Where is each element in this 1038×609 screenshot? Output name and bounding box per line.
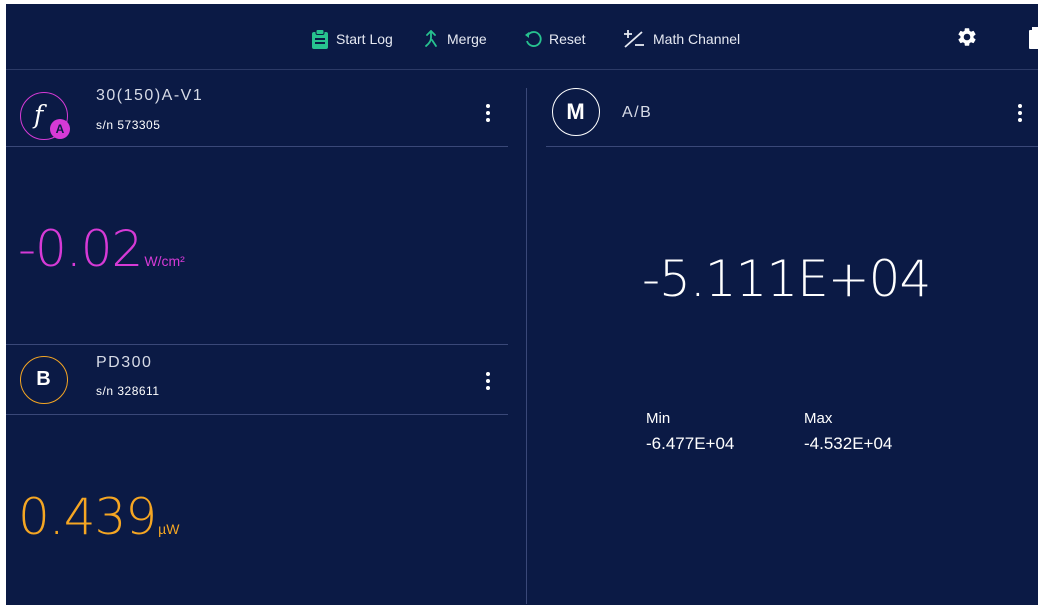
channel-b-name: PD300 (96, 354, 153, 371)
merge-icon (421, 29, 441, 49)
channel-a-unit: W/cm² (144, 253, 185, 269)
min-label: Min (646, 410, 671, 427)
function-icon: f (34, 100, 44, 129)
max-value: -4.532E+04 (804, 434, 893, 453)
channel-b-badge[interactable]: B (20, 356, 68, 404)
math-channel-letter: M (566, 99, 585, 124)
max-label: Max (804, 410, 833, 427)
merge-button[interactable]: Merge (421, 28, 487, 50)
math-channel-button[interactable]: Math Channel (621, 28, 740, 50)
gear-icon[interactable] (956, 26, 980, 50)
channel-b-menu-icon[interactable] (483, 372, 493, 392)
channel-b-unit: µW (158, 521, 180, 537)
channel-a-badge[interactable]: f A (20, 92, 70, 140)
channel-a-value: -0.02 (18, 220, 143, 278)
min-value: -6.477E+04 (646, 434, 735, 453)
math-channel-value: -5.111E+04 (642, 250, 931, 308)
toolbar: Start Log Merge Reset Math Channel (6, 4, 1038, 69)
channel-b-top-divider (6, 344, 508, 345)
math-channel-label: Math Channel (653, 31, 741, 47)
math-channel-badge[interactable]: M (552, 88, 600, 136)
toolbar-divider (6, 69, 1038, 70)
battery-icon (1028, 26, 1038, 50)
math-channel-header-divider (546, 146, 1038, 147)
channel-b-letter: B (36, 368, 51, 390)
plus-minus-icon (621, 29, 647, 49)
channel-a-header-divider (6, 146, 508, 147)
reset-icon (523, 29, 543, 49)
channel-a-serial: s/n 573305 (96, 118, 161, 132)
start-log-button[interactable]: Start Log (310, 28, 393, 50)
start-log-label: Start Log (336, 31, 393, 47)
channel-b-reading: 0.439 µW (18, 488, 179, 546)
channel-a-name: 30(150)A-V1 (96, 87, 204, 104)
reset-label: Reset (549, 31, 586, 47)
channel-a-letter: A (50, 119, 70, 139)
panel-divider (526, 88, 527, 604)
app-window: Start Log Merge Reset Math Channel f A 3… (6, 4, 1038, 605)
channel-a-reading: -0.02 W/cm² (18, 220, 185, 278)
channel-a-menu-icon[interactable] (483, 104, 493, 124)
channel-b-header-divider (6, 414, 508, 415)
channel-b-serial: s/n 328611 (96, 384, 160, 398)
channel-b-value: 0.439 (18, 488, 157, 546)
math-channel-name: A/B (622, 104, 653, 121)
merge-label: Merge (447, 31, 487, 47)
clipboard-icon (310, 29, 330, 49)
math-channel-menu-icon[interactable] (1015, 104, 1025, 124)
reset-button[interactable]: Reset (523, 28, 586, 50)
